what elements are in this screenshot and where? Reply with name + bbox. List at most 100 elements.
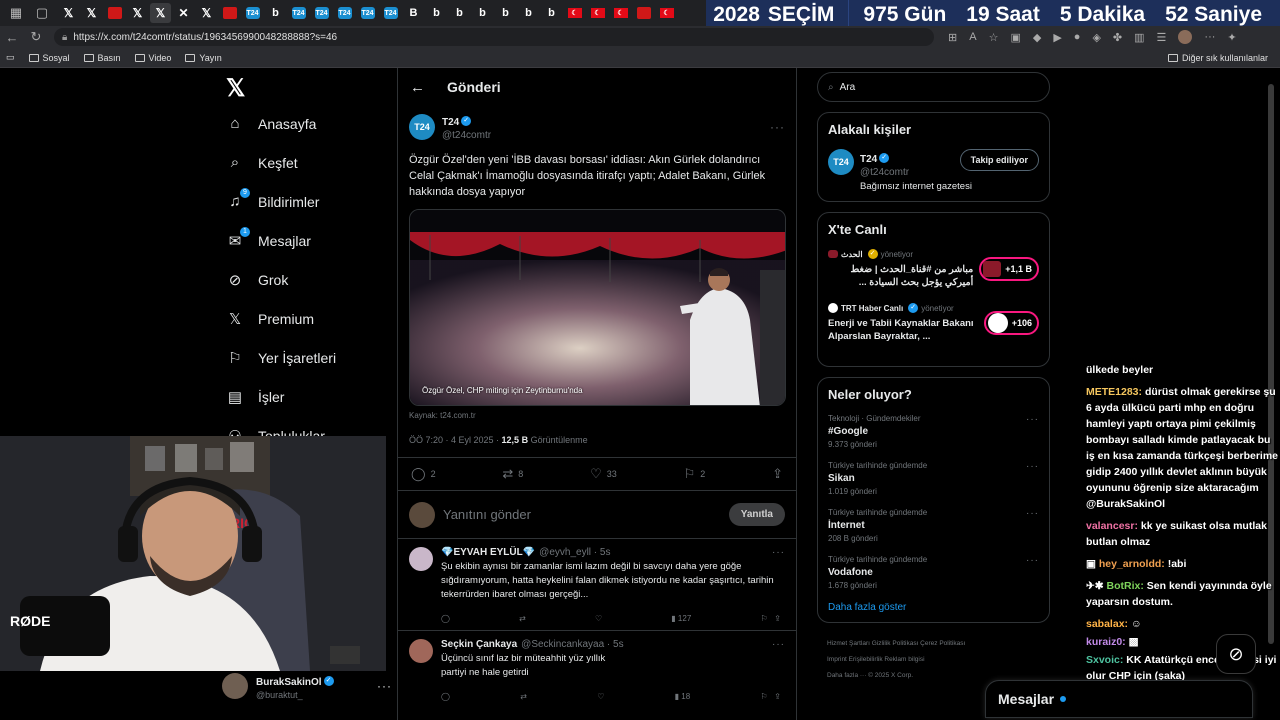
tab-flag[interactable]: ☾ (610, 3, 631, 23)
tab-t24[interactable]: T24 (357, 3, 378, 23)
refresh-icon[interactable]: ↻ (24, 29, 48, 45)
other-bookmarks[interactable]: Diğer sık kullanılanlar (1167, 53, 1268, 63)
repost-button[interactable]: ⇄ 8 (502, 466, 523, 482)
bookmark-folder[interactable]: Sosyal (28, 53, 70, 63)
share-button[interactable]: ⇪ (772, 466, 783, 482)
bookmark-folder[interactable]: Video (134, 53, 171, 63)
tab-x[interactable]: 𝕏 (81, 3, 102, 23)
tab-b[interactable]: b (495, 3, 516, 23)
tweet-media-image[interactable]: Özgür Özel, CHP mitingi için Zeytinburnu… (409, 209, 786, 406)
footer-line[interactable]: Imprint Erişilebilirlik Reklam bilgisi (827, 652, 1050, 668)
bookmark-folder[interactable]: Yayın (185, 53, 222, 63)
heart-icon[interactable]: ♡ (595, 614, 602, 623)
repost-icon[interactable]: ⇄ (519, 614, 526, 623)
reply-icon[interactable]: ◯ (441, 614, 450, 623)
nav-item-bookmarks[interactable]: ⚐ Yer İşaretleri (222, 338, 392, 377)
trend-item[interactable]: Türkiye tarihinde gündemde İnternet 208 … (828, 508, 1039, 543)
nav-item-messages[interactable]: ✉ 1 Mesajlar (222, 221, 392, 260)
author-handle[interactable]: @Seckincankayaa · 5s (521, 639, 623, 650)
tab-b[interactable]: b (265, 3, 286, 23)
live-listeners-badge[interactable]: +106 (983, 311, 1039, 335)
tab-b[interactable]: b (541, 3, 562, 23)
views-button[interactable]: ▮ 18 (675, 692, 691, 701)
tab-b[interactable]: b (449, 3, 470, 23)
search-input[interactable]: ⌕ Ara (817, 72, 1050, 102)
tab-red[interactable] (219, 3, 240, 23)
tab-t24[interactable]: T24 (242, 3, 263, 23)
read-aloud-icon[interactable]: A (969, 31, 976, 43)
like-button[interactable]: ♡ 33 (590, 466, 617, 482)
more-icon[interactable]: ··· (1204, 31, 1215, 43)
tab-b[interactable]: B (403, 3, 424, 23)
bookmark-folder[interactable]: Basın (83, 53, 121, 63)
live-listeners-badge[interactable]: +1,1 B (979, 257, 1039, 281)
nav-item-home[interactable]: ⌂ Anasayfa (222, 104, 392, 143)
reply-tweet[interactable]: Seçkin Çankaya @Seckincankayaa · 5s ··· … (398, 630, 796, 708)
extension-icon[interactable]: ◈ (1092, 31, 1100, 44)
reply-icon[interactable]: ◯ (441, 692, 450, 701)
more-options-icon[interactable]: ··· (377, 679, 392, 693)
tab-b[interactable]: b (518, 3, 539, 23)
tab-t24[interactable]: T24 (380, 3, 401, 23)
live-item[interactable]: الحدث ✓ yönetiyor مباشر من #قناة_الحدث | ض… (828, 249, 1039, 289)
extension-icon[interactable]: ● (1074, 31, 1081, 43)
avatar[interactable] (409, 547, 433, 571)
back-arrow-icon[interactable]: ← (410, 79, 425, 96)
avatar[interactable]: T24 (828, 149, 854, 175)
tab-flag[interactable]: ☾ (587, 3, 608, 23)
url-field[interactable]: 🔒︎ https://x.com/t24comtr/status/1963456… (54, 28, 934, 46)
related-person[interactable]: T24 T24 ✓ @t24comtr Takip ediliyor (828, 149, 1039, 178)
profile-avatar[interactable] (1178, 30, 1193, 44)
tab-x[interactable]: 𝕏 (196, 3, 217, 23)
messages-drawer[interactable]: Mesajlar (985, 680, 1253, 718)
tab-t24[interactable]: T24 (334, 3, 355, 23)
favorites-icon[interactable]: ☰ (1157, 31, 1167, 44)
browser-menu-icon[interactable]: ▦ (6, 3, 26, 23)
bookmark-icon[interactable]: ⚐ ⇪ (760, 614, 781, 623)
app-icon[interactable]: ⊞ (948, 31, 957, 44)
repost-icon[interactable]: ⇄ (520, 692, 527, 701)
more-options-icon[interactable]: ··· (1026, 461, 1039, 496)
reply-submit-button[interactable]: Yanıtla (728, 503, 785, 526)
footer-line[interactable]: Hizmet Şartları Gizlilik Politikası Çere… (827, 636, 1050, 652)
split-screen-icon[interactable]: ▥ (1134, 31, 1144, 44)
avatar[interactable] (409, 639, 433, 663)
bookmark-sidebar-icon[interactable]: ▭ (6, 52, 15, 63)
tab-b[interactable]: b (472, 3, 493, 23)
trend-item[interactable]: Teknoloji · Gündemdekiler #Google 9.373 … (828, 414, 1039, 449)
reply-input[interactable]: Yanıtını gönder (443, 507, 721, 522)
nav-item-explore[interactable]: ⌕ Keşfet (222, 143, 392, 182)
tab-actions-icon[interactable]: ▢ (32, 3, 52, 23)
favorite-star-icon[interactable]: ☆ (989, 31, 999, 44)
tab-red[interactable] (633, 3, 654, 23)
tab-flag[interactable]: ☾ (656, 3, 677, 23)
tab-close-icon[interactable]: ✕ (173, 3, 194, 23)
show-more-link[interactable]: Daha fazla göster (828, 602, 1039, 613)
more-options-icon[interactable]: ··· (770, 120, 785, 134)
nav-item-grok[interactable]: ⊘ Grok (222, 260, 392, 299)
extensions-puzzle-icon[interactable]: ✤ (1113, 31, 1122, 44)
more-options-icon[interactable]: ··· (772, 639, 785, 650)
tab-b[interactable]: b (426, 3, 447, 23)
copilot-icon[interactable]: ✦ (1227, 31, 1236, 44)
tweet-time[interactable]: ÖÖ 7:20 · 4 Eyl 2025 · (409, 435, 502, 445)
nav-item-jobs[interactable]: ▤ İşler (222, 377, 392, 416)
x-logo-icon[interactable]: 𝕏 (222, 72, 392, 104)
bookmark-icon[interactable]: ⚐ ⇪ (760, 692, 781, 701)
trend-item[interactable]: Türkiye tarihinde gündemde Sikan 1.019 g… (828, 461, 1039, 496)
reply-tweet[interactable]: 💎EYVAH EYLÜL💎 @eyvh_eyll · 5s ··· Şu eki… (398, 538, 796, 630)
back-icon[interactable]: ← (0, 30, 24, 45)
tab-t24[interactable]: T24 (311, 3, 332, 23)
source-link[interactable]: Kaynak: t24.com.tr (409, 411, 785, 420)
author-handle[interactable]: @t24comtr (442, 130, 491, 141)
nav-item-premium[interactable]: 𝕏 Premium (222, 299, 392, 338)
author-handle[interactable]: @eyvh_eyll · 5s (539, 547, 610, 558)
nav-item-notifications[interactable]: ♫ 9 Bildirimler (222, 182, 392, 221)
live-item[interactable]: TRT Haber Canlı ✓ yönetiyor Enerji ve Tabi… (828, 303, 1039, 343)
follow-button[interactable]: Takip ediliyor (959, 149, 1039, 171)
heart-icon[interactable]: ♡ (597, 692, 604, 701)
extension-icon[interactable]: ▶ (1053, 31, 1061, 44)
tab-x[interactable]: 𝕏 (127, 3, 148, 23)
extension-icon[interactable]: ▣ (1010, 31, 1020, 44)
reply-button[interactable]: ◯ 2 (411, 466, 436, 482)
